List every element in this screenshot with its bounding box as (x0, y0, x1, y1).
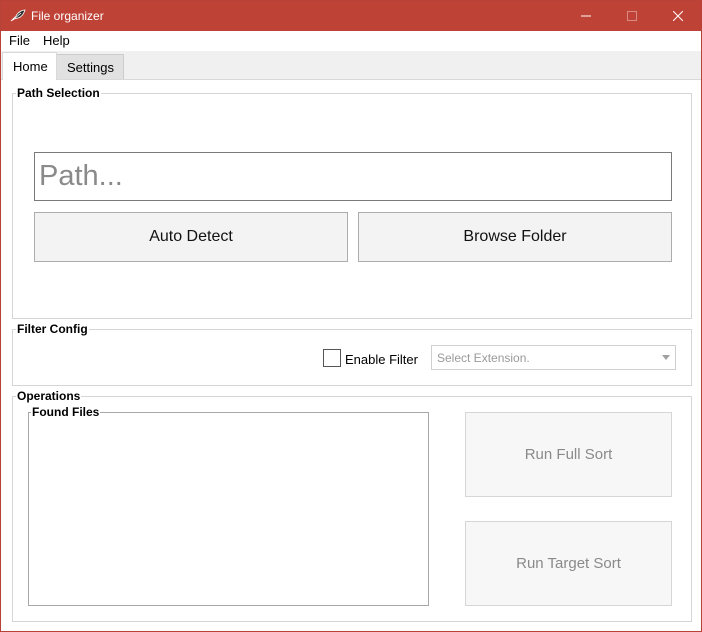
window-title: File organizer (31, 9, 104, 23)
minimize-button[interactable] (563, 1, 609, 31)
title-bar[interactable]: File organizer (1, 1, 701, 31)
chevron-down-icon (662, 355, 670, 360)
menu-file[interactable]: File (9, 33, 30, 48)
found-files-list[interactable]: Found Files (28, 405, 429, 606)
extension-select-placeholder: Select Extension. (437, 351, 530, 365)
operations-title: Operations (16, 389, 82, 403)
operations-group: Operations Found Files Run Full Sort Run… (12, 389, 692, 622)
path-selection-title: Path Selection (16, 86, 101, 100)
app-window: File organizer File Help Home Settings P… (0, 0, 702, 632)
filter-config-group: Filter Config Enable Filter Select Exten… (12, 322, 692, 386)
close-icon (673, 11, 683, 21)
app-feather-icon (10, 9, 26, 22)
run-full-sort-button[interactable]: Run Full Sort (465, 412, 672, 497)
menu-bar: File Help (1, 31, 701, 51)
close-button[interactable] (655, 1, 701, 31)
extension-select[interactable]: Select Extension. (431, 345, 676, 370)
path-input[interactable] (34, 152, 672, 201)
tab-strip: Home Settings (1, 51, 701, 80)
auto-detect-button[interactable]: Auto Detect (34, 212, 348, 262)
menu-help[interactable]: Help (43, 33, 70, 48)
enable-filter-label[interactable]: Enable Filter (345, 352, 418, 367)
found-files-title: Found Files (31, 405, 101, 419)
tab-settings[interactable]: Settings (56, 54, 124, 79)
run-target-sort-button[interactable]: Run Target Sort (465, 521, 672, 606)
home-tab-panel: Path Selection Auto Detect Browse Folder… (2, 80, 700, 630)
maximize-button[interactable] (609, 1, 655, 31)
checkbox-box[interactable] (323, 349, 341, 367)
tab-home[interactable]: Home (2, 52, 57, 80)
minimize-icon (581, 15, 591, 17)
browse-folder-button[interactable]: Browse Folder (358, 212, 672, 262)
path-selection-group: Path Selection Auto Detect Browse Folder (12, 86, 692, 319)
filter-config-title: Filter Config (16, 322, 89, 336)
maximize-icon (627, 11, 637, 21)
